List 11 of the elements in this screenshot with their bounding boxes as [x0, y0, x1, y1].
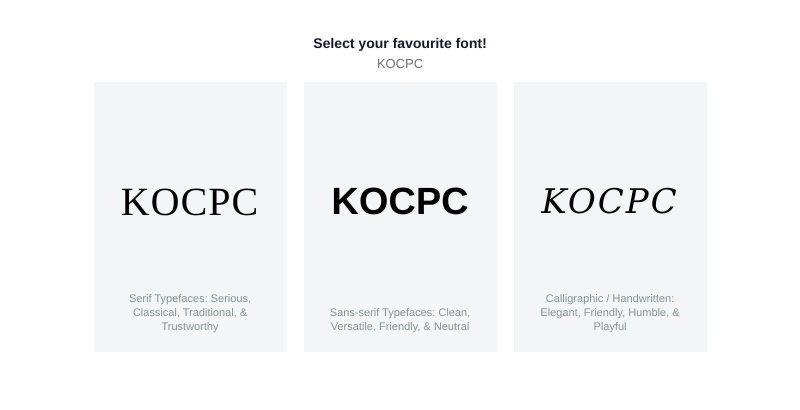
font-card[interactable]: KOCPC Calligraphic / Handwritten: Elegant, Friendly, Humble, & Playful	[514, 82, 706, 352]
font-card[interactable]: KOCPC Sans-serif Typefaces: Clean, Versatile, Friendly, & Neutral	[304, 82, 496, 352]
font-description: Sans-serif Typefaces: Clean, Versatile, Friendly, & Neutral	[328, 306, 472, 334]
page-heading: Select your favourite font!	[313, 34, 487, 52]
font-sample: KOCPC	[120, 178, 260, 226]
text-input[interactable]: KOCPC	[340, 55, 460, 73]
font-sample: KOCPC	[331, 180, 469, 225]
font-sample: KOCPC	[541, 181, 679, 224]
font-description: Calligraphic / Handwritten: Elegant, Friendly, Humble, & Playful	[539, 292, 681, 334]
font-description: Serif Typefaces: Serious, Classical, Traditional, & Trustworthy	[128, 292, 252, 334]
font-card[interactable]: KOCPC Serif Typefaces: Serious, Classical, Traditional, & Trustworthy	[94, 82, 286, 352]
